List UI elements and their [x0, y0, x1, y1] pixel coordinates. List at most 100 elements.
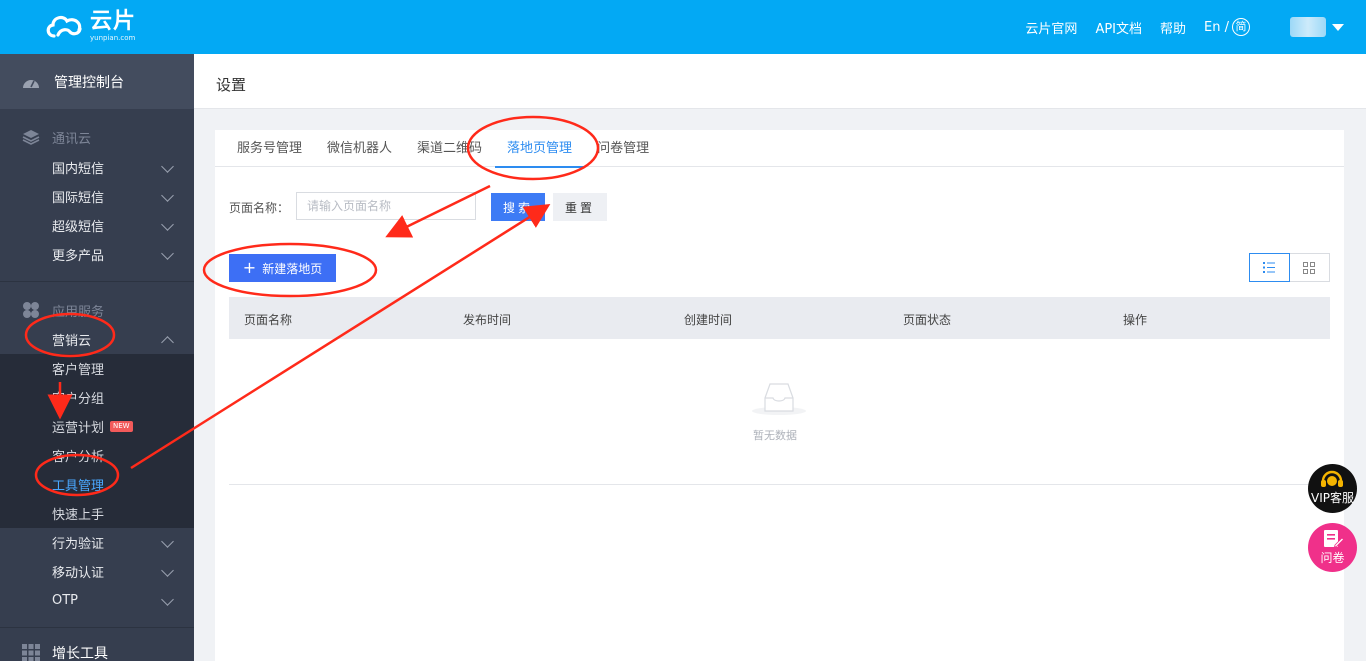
sidebar-item-marketing[interactable]: 营销云	[0, 325, 194, 354]
survey-label: 问卷	[1320, 551, 1345, 565]
submenu-tool-management[interactable]: 工具管理	[0, 470, 194, 499]
sidebar-label: OTP	[52, 593, 79, 608]
help-link[interactable]: 帮助	[1160, 18, 1186, 37]
marketing-submenu: 客户管理 客户分组 运营计划 NEW 客户分析 工具管理 快速上手	[0, 354, 194, 528]
section-label: 通讯云	[52, 131, 92, 147]
submenu-label: 快速上手	[52, 508, 105, 523]
language-switch[interactable]: En / 简	[1204, 18, 1250, 36]
tab-service-account[interactable]: 服务号管理	[215, 130, 314, 167]
submenu-customer-management[interactable]: 客户管理	[0, 354, 194, 383]
sidebar-label: 营销云	[52, 334, 92, 349]
sidebar-item-mobile-auth[interactable]: 移动认证	[0, 557, 194, 586]
api-docs-link[interactable]: API文档	[1095, 18, 1142, 37]
tab-bar: 服务号管理 微信机器人 渠道二维码 落地页管理 问卷管理	[215, 130, 1344, 168]
empty-state	[751, 380, 807, 420]
column-header: 创建时间	[684, 313, 733, 327]
lang-cn[interactable]: 简	[1232, 18, 1250, 36]
page-title: 设置	[216, 76, 247, 94]
sidebar-label: 超级短信	[52, 220, 105, 235]
grid-icon	[22, 644, 40, 661]
survey-edit-icon	[1324, 530, 1344, 548]
main-card: 服务号管理 微信机器人 渠道二维码 落地页管理 问卷管理 页面名称： 搜索 重置…	[215, 130, 1344, 661]
tab-survey[interactable]: 问卷管理	[585, 130, 661, 167]
vip-support-button[interactable]: VIP客服	[1308, 464, 1357, 513]
sidebar-item-intl-sms[interactable]: 国际短信	[0, 182, 194, 211]
user-avatar[interactable]	[1290, 17, 1326, 37]
column-header: 页面名称	[244, 313, 293, 327]
survey-button[interactable]: 问卷	[1308, 523, 1357, 572]
submenu-label: 客户分组	[52, 392, 105, 407]
top-nav: 云片官网 API文档 帮助 En / 简	[1025, 0, 1366, 54]
lang-en[interactable]: En /	[1204, 20, 1229, 35]
submenu-label: 客户管理	[52, 363, 105, 378]
view-toggle	[1249, 253, 1330, 282]
chevron-down-icon	[161, 189, 174, 202]
top-bar: 云片 yunpian.com 云片官网 API文档 帮助 En / 简	[0, 0, 1366, 54]
sidebar-item-growth-tools[interactable]: 增长工具	[0, 633, 194, 661]
submenu-label: 工具管理	[52, 479, 105, 494]
column-header: 发布时间	[463, 313, 512, 327]
sidebar-label: 移动认证	[52, 566, 105, 581]
reset-button[interactable]: 重置	[553, 193, 607, 221]
column-header: 页面状态	[903, 313, 952, 327]
button-label: 新建落地页	[262, 261, 323, 276]
tab-wechat-robot[interactable]: 微信机器人	[315, 130, 404, 167]
caret-down-icon[interactable]	[1332, 23, 1344, 31]
chevron-down-icon	[161, 593, 174, 606]
flower-icon	[23, 302, 39, 318]
submenu-operation-plan[interactable]: 运营计划 NEW	[0, 412, 194, 441]
gauge-icon	[23, 79, 39, 88]
chevron-down-icon	[161, 218, 174, 231]
sidebar-label: 增长工具	[52, 646, 108, 661]
section-label: 应用服务	[52, 304, 105, 320]
empty-text: 暂无数据	[753, 429, 797, 442]
official-site-link[interactable]: 云片官网	[1025, 18, 1077, 37]
list-view-button[interactable]	[1249, 253, 1290, 282]
vip-headset-icon	[1321, 470, 1343, 487]
page-name-input[interactable]	[296, 192, 476, 220]
submenu-quick-start[interactable]: 快速上手	[0, 499, 194, 528]
new-landing-page-button[interactable]: + 新建落地页	[229, 254, 336, 282]
submenu-customer-analysis[interactable]: 客户分析	[0, 441, 194, 470]
grid-view-button[interactable]	[1290, 254, 1330, 281]
list-icon	[1263, 262, 1276, 273]
new-badge: NEW	[110, 421, 133, 432]
table-header: 页面名称 发布时间 创建时间 页面状态 操作	[229, 297, 1330, 339]
plus-icon: +	[242, 258, 257, 277]
sidebar-item-more-products[interactable]: 更多产品	[0, 240, 194, 269]
chevron-down-icon	[161, 564, 174, 577]
submenu-label: 客户分析	[52, 450, 105, 465]
chevron-down-icon	[161, 160, 174, 173]
search-button[interactable]: 搜索	[491, 193, 545, 221]
sidebar-item-otp[interactable]: OTP	[0, 586, 194, 615]
divider	[229, 484, 1330, 485]
sidebar: 管理控制台 通讯云 国内短信 国际短信 超级短信 更多产品 应用服务 营销云 客…	[0, 54, 194, 661]
tab-landing-page[interactable]: 落地页管理	[495, 130, 585, 168]
sidebar-item-super-sms[interactable]: 超级短信	[0, 211, 194, 240]
submenu-customer-groups[interactable]: 客户分组	[0, 383, 194, 412]
grid-icon	[1303, 261, 1316, 274]
sidebar-item-domestic-sms[interactable]: 国内短信	[0, 153, 194, 182]
logo-name: 云片	[90, 8, 137, 34]
cloud-logo-icon	[46, 15, 82, 38]
logo[interactable]: 云片 yunpian.com	[44, 8, 136, 44]
sidebar-item-behavior-verify[interactable]: 行为验证	[0, 528, 194, 557]
sidebar-label: 更多产品	[52, 249, 105, 264]
sidebar-item-dashboard[interactable]: 管理控制台	[0, 54, 194, 109]
sidebar-label: 国际短信	[52, 191, 105, 206]
sidebar-label: 管理控制台	[54, 74, 124, 91]
search-label: 页面名称：	[229, 201, 290, 215]
vip-label: VIP客服	[1311, 491, 1354, 505]
logo-domain: yunpian.com	[90, 33, 136, 42]
chevron-down-icon	[161, 535, 174, 548]
divider	[0, 281, 194, 282]
sidebar-label: 行为验证	[52, 537, 105, 552]
divider	[0, 627, 194, 628]
column-header: 操作	[1123, 313, 1148, 327]
sidebar-label: 国内短信	[52, 162, 105, 177]
submenu-label: 运营计划	[52, 421, 105, 436]
chevron-up-icon	[161, 336, 174, 349]
inbox-icon	[752, 383, 806, 415]
chevron-down-icon	[161, 247, 174, 260]
tab-channel-qrcode[interactable]: 渠道二维码	[405, 130, 494, 167]
